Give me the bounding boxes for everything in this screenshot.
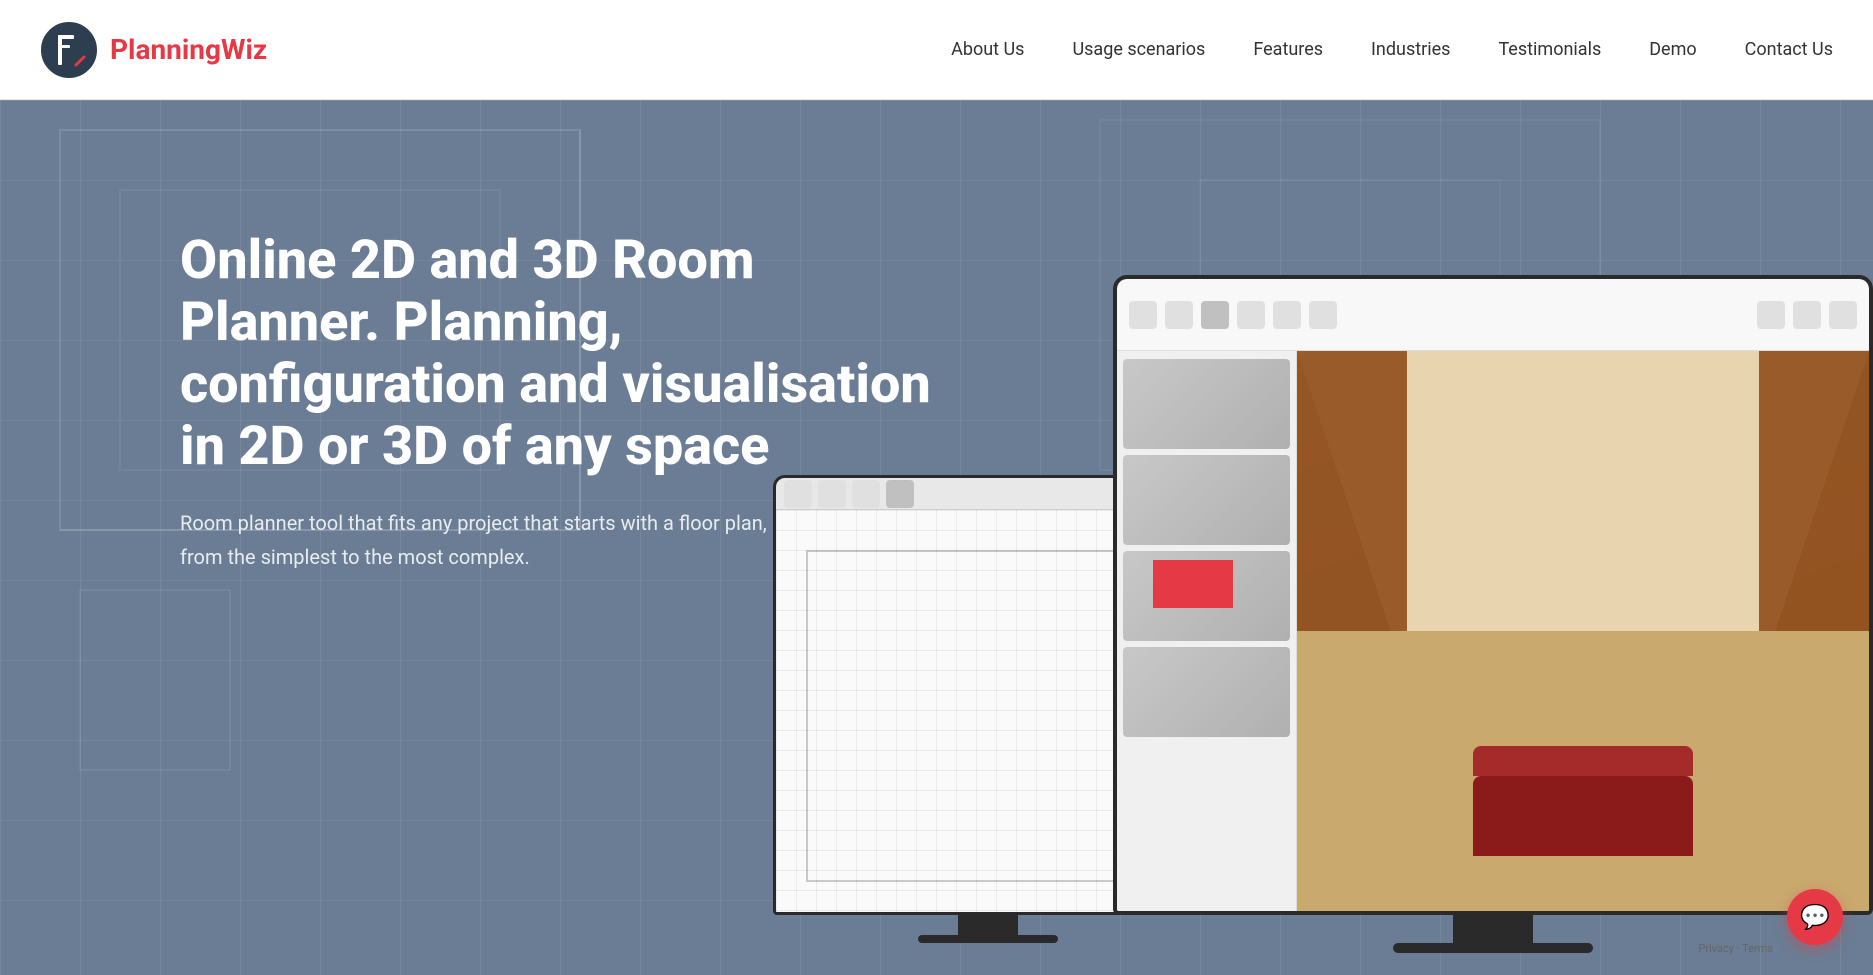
nav-item-testimonials[interactable]: Testimonials	[1498, 39, 1601, 60]
nav-item-about-us[interactable]: About Us	[951, 39, 1024, 60]
nav-item-demo[interactable]: Demo	[1649, 39, 1696, 60]
hero-section: Online 2D and 3D Room Planner. Planning,…	[0, 100, 1873, 975]
logo[interactable]: PlanningWiz	[40, 21, 267, 79]
room-sofa	[1473, 776, 1693, 856]
site-header: PlanningWiz About Us Usage scenarios Fea…	[0, 0, 1873, 100]
chat-icon: 💬	[1800, 903, 1830, 931]
furniture-panel	[1117, 351, 1297, 911]
app-toolbar-btn-5	[1273, 301, 1301, 329]
app-toolbar-btn-r2	[1793, 301, 1821, 329]
room-3d-render	[1297, 351, 1869, 911]
app-toolbar-btn-6	[1309, 301, 1337, 329]
app-toolbar-btn-r1	[1757, 301, 1785, 329]
privacy-notice: Privacy · Terms	[1698, 942, 1773, 955]
3d-room-view	[1297, 351, 1869, 911]
app-toolbar-right	[1117, 279, 1869, 351]
app-toolbar-btn-4	[1237, 301, 1265, 329]
furniture-item-4	[1123, 647, 1290, 737]
nav-item-usage-scenarios[interactable]: Usage scenarios	[1072, 39, 1205, 60]
monitor-right-stand	[1453, 915, 1533, 943]
main-nav: About Us Usage scenarios Features Indust…	[951, 39, 1833, 60]
monitor-left-base	[918, 935, 1058, 943]
logo-text: PlanningWiz	[110, 33, 267, 66]
hero-subtext: Room planner tool that fits any project …	[180, 506, 840, 574]
screen-inner-right	[1117, 351, 1869, 911]
app-toolbar-btn-1	[1129, 301, 1157, 329]
furniture-item-1	[1123, 359, 1290, 449]
app-toolbar-btn-2	[1165, 301, 1193, 329]
hero-heading: Online 2D and 3D Room Planner. Planning,…	[180, 230, 960, 478]
app-toolbar-btn-3d	[1201, 301, 1229, 329]
monitor-right	[1113, 275, 1873, 975]
nav-item-industries[interactable]: Industries	[1371, 39, 1450, 60]
monitor-right-base	[1393, 943, 1593, 953]
red-accent-decoration	[1153, 560, 1233, 608]
nav-item-contact-us[interactable]: Contact Us	[1745, 39, 1833, 60]
logo-icon	[40, 21, 98, 79]
chat-button[interactable]: 💬	[1787, 889, 1843, 945]
hero-content: Online 2D and 3D Room Planner. Planning,…	[180, 230, 960, 574]
nav-item-features[interactable]: Features	[1253, 39, 1323, 60]
furniture-item-2	[1123, 455, 1290, 545]
app-toolbar-btn-r3	[1829, 301, 1857, 329]
monitor-left-stand	[958, 915, 1018, 935]
